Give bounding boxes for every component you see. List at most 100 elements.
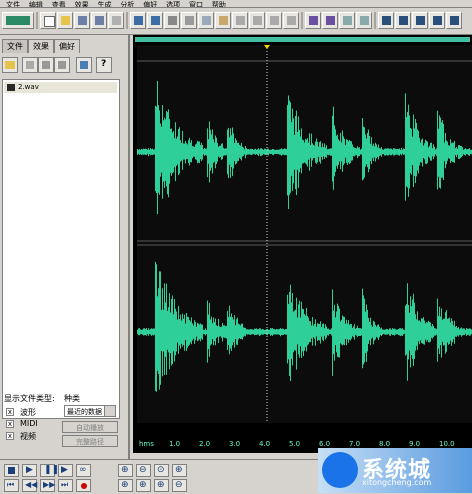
skip-start-icon: ⏮ xyxy=(7,480,15,489)
mix-paste-button[interactable] xyxy=(232,12,248,29)
trim-icon xyxy=(253,16,262,25)
overview-range[interactable] xyxy=(135,37,470,42)
cd-icon xyxy=(416,16,425,25)
edit-icon xyxy=(80,61,88,69)
new-file-button[interactable] xyxy=(40,12,56,29)
zoom-right-button[interactable]: ⊕ xyxy=(136,479,151,492)
video-type-label: 视频 xyxy=(20,432,36,441)
zoom-full-button[interactable]: ⊙ xyxy=(154,464,169,477)
zoom-out-h-button[interactable]: ⊖ xyxy=(136,464,151,477)
edit-file-button[interactable] xyxy=(76,57,92,73)
spectral-button[interactable] xyxy=(322,12,338,29)
time-tick-label: hms xyxy=(139,440,154,448)
mute-button[interactable] xyxy=(266,12,282,29)
view-video-button[interactable] xyxy=(446,12,462,29)
scroll-button[interactable] xyxy=(356,12,372,29)
go-end-button[interactable]: ⏭ xyxy=(58,479,73,492)
view-cd-button[interactable] xyxy=(412,12,428,29)
redo-button[interactable] xyxy=(147,12,163,29)
close-button[interactable] xyxy=(108,12,124,29)
folder-icon xyxy=(5,61,15,69)
zoom-in-h-button[interactable]: ⊕ xyxy=(118,464,133,477)
envelope-button[interactable] xyxy=(305,12,321,29)
full-path-button[interactable]: 完整路径 xyxy=(62,435,118,447)
view-single-button[interactable] xyxy=(378,12,394,29)
mute-icon xyxy=(270,16,279,25)
workspace-button[interactable] xyxy=(2,12,34,29)
play-from-cursor-button[interactable]: ▶ xyxy=(58,464,73,477)
import-button[interactable] xyxy=(22,57,38,73)
play-button[interactable]: ▶ xyxy=(22,464,37,477)
zoom-out-v-button[interactable]: ⊖ xyxy=(172,479,187,492)
zoom-in-vertical-icon: ⊕ xyxy=(157,480,165,490)
time-tick-label: 3.0 xyxy=(229,440,241,448)
audio-file-icon xyxy=(7,84,15,91)
sort-select[interactable]: 最近的数据 xyxy=(64,405,116,417)
zoom-full-icon: ⊙ xyxy=(157,465,165,475)
view-spectral-button[interactable] xyxy=(429,12,445,29)
organizer-panel: 文件 效果 偏好 ? 2.wav 显示文件类型: 种类 x x x 波形 MIDI … xyxy=(0,35,130,459)
copy-icon xyxy=(202,16,211,25)
zoom-left-icon: ⊕ xyxy=(121,480,129,490)
waveform-icon xyxy=(6,16,30,25)
waveform-checkbox[interactable]: x xyxy=(6,408,14,416)
close-file-button[interactable] xyxy=(38,57,54,73)
video-checkbox[interactable]: x xyxy=(6,432,14,440)
play-icon: ▶ xyxy=(26,465,33,475)
repeat-button[interactable] xyxy=(164,12,180,29)
view-multi-button[interactable] xyxy=(395,12,411,29)
list-button[interactable] xyxy=(54,57,70,73)
loop-button[interactable]: ∞ xyxy=(76,464,91,477)
forward-button[interactable]: ▶▶ xyxy=(40,479,55,492)
sort-value: 最近的数据 xyxy=(67,408,102,416)
spectral-icon xyxy=(326,16,335,25)
zoom-out-vertical-icon: ⊖ xyxy=(175,480,183,490)
waveform-editor[interactable]: hms 1.0 2.0 3.0 4.0 5.0 6.0 7.0 8.0 9.0 10.0 xyxy=(133,35,472,453)
cut-icon xyxy=(185,16,194,25)
stop-button[interactable] xyxy=(4,464,19,477)
file-item[interactable]: 2.wav xyxy=(4,82,117,93)
cut-button[interactable] xyxy=(181,12,197,29)
tab-effects[interactable]: 效果 xyxy=(28,39,54,53)
open-file-button[interactable] xyxy=(57,12,73,29)
zoom-left-button[interactable]: ⊕ xyxy=(118,479,133,492)
midi-checkbox[interactable]: x xyxy=(6,420,14,428)
toolbar-divider xyxy=(36,12,38,29)
zoom-selection-button[interactable]: ⊕ xyxy=(172,464,187,477)
paste-button[interactable] xyxy=(215,12,231,29)
save-button[interactable] xyxy=(74,12,90,29)
record-button[interactable] xyxy=(76,479,91,492)
redo-icon xyxy=(151,16,160,25)
open-folder-button[interactable] xyxy=(2,57,18,73)
midi-type-label: MIDI xyxy=(20,419,38,428)
fast-forward-icon: ▶▶ xyxy=(43,480,56,489)
scroll-icon xyxy=(360,16,369,25)
auto-play-button[interactable]: 自动播放 xyxy=(62,421,118,433)
copy-button[interactable] xyxy=(198,12,214,29)
help-button[interactable]: ? xyxy=(96,57,112,73)
pause-button[interactable]: ❚❚ xyxy=(40,464,59,477)
panel-tabs: 文件 效果 偏好 xyxy=(2,39,80,53)
play-cursor-icon: ▶ xyxy=(61,465,68,475)
trim-button[interactable] xyxy=(249,12,265,29)
time-tick-label: 8.0 xyxy=(379,440,391,448)
grid-button[interactable] xyxy=(339,12,355,29)
multitrack-icon xyxy=(399,16,408,25)
toolbar-divider xyxy=(374,12,376,29)
tab-files[interactable]: 文件 xyxy=(2,39,28,53)
overview-bar[interactable] xyxy=(133,35,472,44)
time-tick-label: 1.0 xyxy=(169,440,181,448)
zoom-right-icon: ⊕ xyxy=(139,480,147,490)
undo-button[interactable] xyxy=(130,12,146,29)
save-all-button[interactable] xyxy=(91,12,107,29)
zoom-in-v-button[interactable]: ⊕ xyxy=(154,479,169,492)
time-tick-label: 5.0 xyxy=(289,440,301,448)
go-start-button[interactable]: ⏮ xyxy=(4,479,19,492)
waveform-display[interactable] xyxy=(137,45,472,423)
tab-favorites[interactable]: 偏好 xyxy=(54,39,80,53)
file-list[interactable]: 2.wav xyxy=(2,79,120,419)
time-tick-label: 9.0 xyxy=(409,440,421,448)
rewind-button[interactable]: ◀◀ xyxy=(22,479,37,492)
window-button[interactable] xyxy=(283,12,299,29)
undo-icon xyxy=(134,16,143,25)
